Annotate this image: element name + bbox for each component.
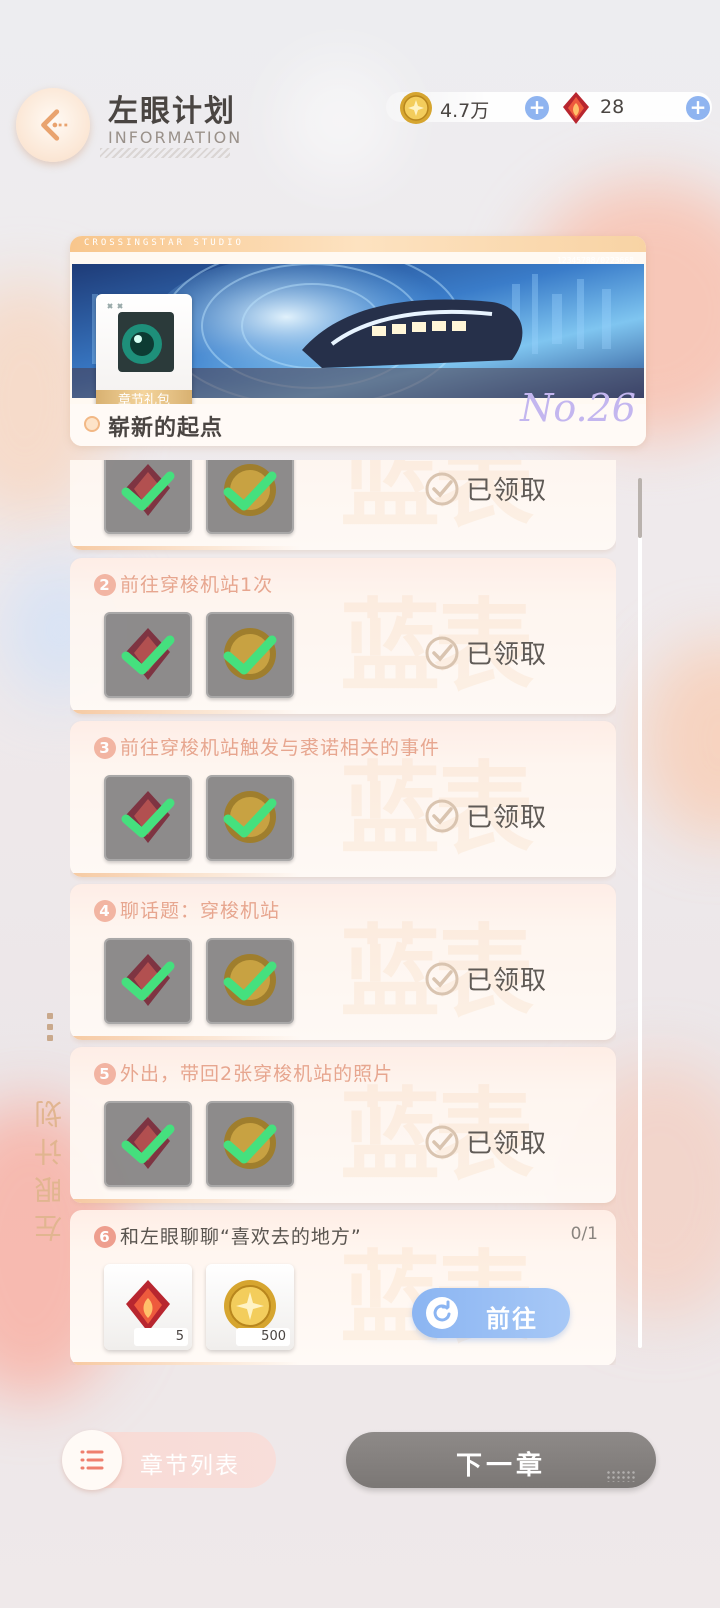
dot-icon: [84, 416, 100, 432]
reward-coin[interactable]: 500: [206, 1264, 294, 1350]
go-arrow-icon: [433, 1300, 451, 1322]
quest-title: 4 聊话题：穿梭机站: [94, 896, 280, 923]
gold-coin-icon: [224, 1280, 276, 1332]
check-icon: [121, 1124, 175, 1164]
reward-coin[interactable]: [206, 775, 294, 861]
quest-card: 蓝表 已领取: [70, 460, 616, 550]
coin-count: 4.7万: [440, 100, 490, 122]
check-icon: [223, 1124, 277, 1164]
quest-title: 5 外出，带回2张穿梭机站的照片: [94, 1059, 393, 1086]
claimed-status: 已领取: [424, 1123, 547, 1160]
check-icon: [121, 635, 175, 675]
quest-progress: 0/1: [570, 1224, 598, 1244]
chapter-number: No.26: [520, 386, 636, 430]
claimed-status: 已领取: [424, 797, 547, 834]
check-icon: [121, 798, 175, 838]
quest-title: 2 前往穿梭机站1次: [94, 570, 273, 597]
list-icon: [80, 1450, 104, 1470]
chapter-list-button[interactable]: 章节列表: [62, 1430, 276, 1490]
flame-crystal-icon: [126, 1280, 170, 1332]
check-icon: [223, 471, 277, 511]
quest-card: 蓝表 4 聊话题：穿梭机站 已领取: [70, 884, 616, 1040]
chapter-gift-card[interactable]: 章节礼包: [96, 294, 192, 412]
claimed-check-icon: [425, 472, 459, 505]
reward-qty: 5: [134, 1328, 188, 1346]
claimed-check-icon: [425, 962, 459, 995]
quest-card-active: 蓝表 6和左眼聊聊“喜欢去的地方” 0/1 5 500: [70, 1210, 616, 1365]
claimed-check-icon: [425, 1125, 459, 1158]
reward-crystal[interactable]: [104, 938, 192, 1024]
reward-coin[interactable]: [206, 938, 294, 1024]
check-icon: [121, 471, 175, 511]
check-icon: [223, 635, 277, 675]
decor-dots: [44, 1008, 56, 1046]
quest-card: 蓝表 3 前往穿梭机站触发与裘诺相关的事件 已领取: [70, 721, 616, 877]
reward-coin[interactable]: [206, 1101, 294, 1187]
flame-crystal-icon: [560, 90, 592, 126]
reward-crystal[interactable]: [104, 775, 192, 861]
reward-coin[interactable]: [206, 612, 294, 698]
side-vertical-title: 左眼计划: [33, 1090, 66, 1242]
back-button[interactable]: [16, 88, 90, 162]
next-chapter-button[interactable]: 下一章: [346, 1432, 656, 1488]
scrollbar-track[interactable]: [638, 478, 642, 1348]
reward-crystal[interactable]: [104, 460, 192, 534]
page-title: 左眼计划: [108, 94, 236, 129]
quest-list[interactable]: 蓝表 已领取 蓝表 2 前往穿梭机站1次 已领取 蓝表 3 前往穿梭机站触发与裘…: [70, 460, 616, 1365]
check-icon: [223, 798, 277, 838]
chapter-list-label: 章节列表: [140, 1453, 240, 1479]
go-button[interactable]: 前往: [412, 1288, 570, 1338]
check-icon: [223, 961, 277, 1001]
gem-count: 28: [600, 96, 625, 118]
chapter-banner: CROSSINGSTAR STUDIO 12345788/0223668 章节礼…: [70, 236, 646, 446]
quest-card: 蓝表 2 前往穿梭机站1次 已领取: [70, 558, 616, 714]
scrollbar-thumb[interactable]: [638, 478, 642, 538]
claimed-status: 已领取: [424, 634, 547, 671]
reward-crystal[interactable]: [104, 1101, 192, 1187]
quest-card: 蓝表 5 外出，带回2张穿梭机站的照片 已领取: [70, 1047, 616, 1203]
quest-title: 6 和左眼聊聊“喜欢去的地方”: [94, 1222, 362, 1249]
gold-coin-icon: [398, 90, 434, 126]
add-coins-button[interactable]: +: [525, 96, 549, 120]
reward-crystal[interactable]: 5: [104, 1264, 192, 1350]
claimed-status: 已领取: [424, 960, 547, 997]
claimed-check-icon: [425, 636, 459, 669]
claimed-status: 已领取: [424, 470, 547, 507]
reward-qty: 500: [236, 1328, 290, 1346]
chapter-name: 崭新的起点: [108, 416, 224, 441]
claimed-check-icon: [425, 799, 459, 832]
resource-bar: [386, 92, 712, 122]
check-icon: [121, 961, 175, 1001]
back-arrow-icon: [41, 109, 69, 141]
gift-item-icon: [107, 303, 174, 372]
decor-hatch: [100, 148, 230, 158]
reward-coin[interactable]: [206, 460, 294, 534]
quest-title: 3 前往穿梭机站触发与裘诺相关的事件: [94, 733, 440, 760]
page-subtitle: INFORMATION: [108, 128, 243, 147]
reward-crystal[interactable]: [104, 612, 192, 698]
studio-label: CROSSINGSTAR STUDIO: [84, 238, 244, 248]
add-gems-button[interactable]: +: [686, 96, 710, 120]
